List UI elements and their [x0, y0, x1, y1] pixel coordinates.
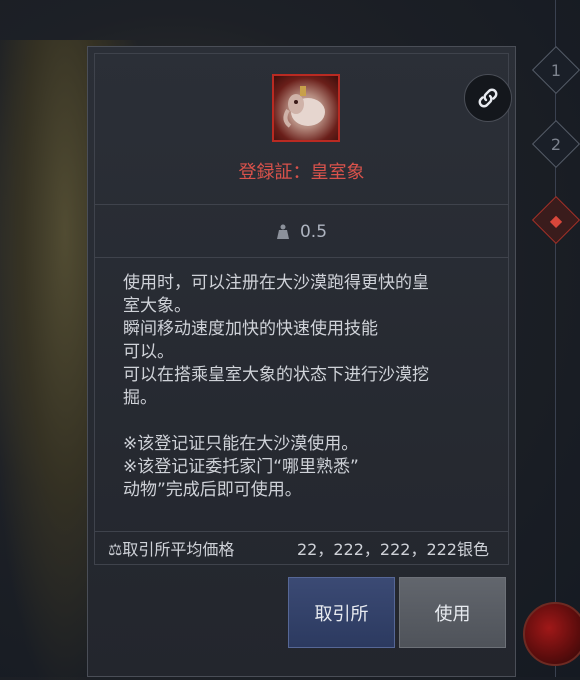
exchange-button[interactable]: 取引所: [288, 577, 395, 648]
description-line: 可以在搭乘皇室大象的状态下进行沙漠挖: [123, 365, 429, 385]
rail-line: [555, 0, 556, 677]
average-price-value: 22，222，222，222银色: [297, 540, 489, 559]
description-line: ※该登记证委托家门“哪里熟悉”: [123, 457, 359, 477]
item-name: 登録証：皇室象: [238, 162, 365, 183]
use-button[interactable]: 使用: [399, 577, 506, 648]
description-line: 可以。: [123, 342, 174, 362]
rail-node-2[interactable]: 2: [531, 119, 580, 169]
scale-icon: ⚖: [108, 540, 123, 559]
description-line: ※该登记证只能在大沙漠使用。: [123, 434, 359, 454]
corner-orb-icon[interactable]: [523, 602, 580, 666]
weight-row: 0.5: [95, 222, 508, 242]
item-tooltip-panel: 登録証：皇室象 0.5 使用时，可以注册在大沙漠跑得更快的皇 室大象。 瞬间移动…: [87, 46, 516, 677]
divider: [95, 257, 508, 258]
weight-icon: [276, 224, 289, 239]
description-line: 动物”完成后即可使用。: [123, 480, 302, 500]
divider: [95, 204, 508, 205]
description-line: 使用时，可以注册在大沙漠跑得更快的皇: [123, 273, 429, 293]
average-price-row: ⚖取引所平均価格 22，222，222，222银色: [94, 531, 509, 564]
item-description: 使用时，可以注册在大沙漠跑得更快的皇 室大象。 瞬间移动速度加快的快速使用技能 …: [123, 272, 484, 502]
link-icon: [478, 88, 498, 108]
description-line: 掘。: [123, 388, 157, 408]
item-info-frame: 登録証：皇室象 0.5 使用时，可以注册在大沙漠跑得更快的皇 室大象。 瞬间移动…: [94, 53, 512, 565]
right-side-rail: 1 2 ◆: [530, 0, 580, 677]
rail-node-1[interactable]: 1: [531, 45, 580, 95]
weight-value: 0.5: [299, 222, 328, 242]
description-line: 瞬间移动速度加快的快速使用技能: [123, 319, 378, 339]
description-line: 室大象。: [123, 296, 191, 316]
royal-elephant-item-icon: [272, 74, 340, 142]
description-line: [123, 410, 484, 433]
average-price-label: ⚖取引所平均価格: [108, 540, 235, 559]
rail-node-active[interactable]: ◆: [531, 195, 580, 245]
link-button[interactable]: [464, 74, 512, 122]
